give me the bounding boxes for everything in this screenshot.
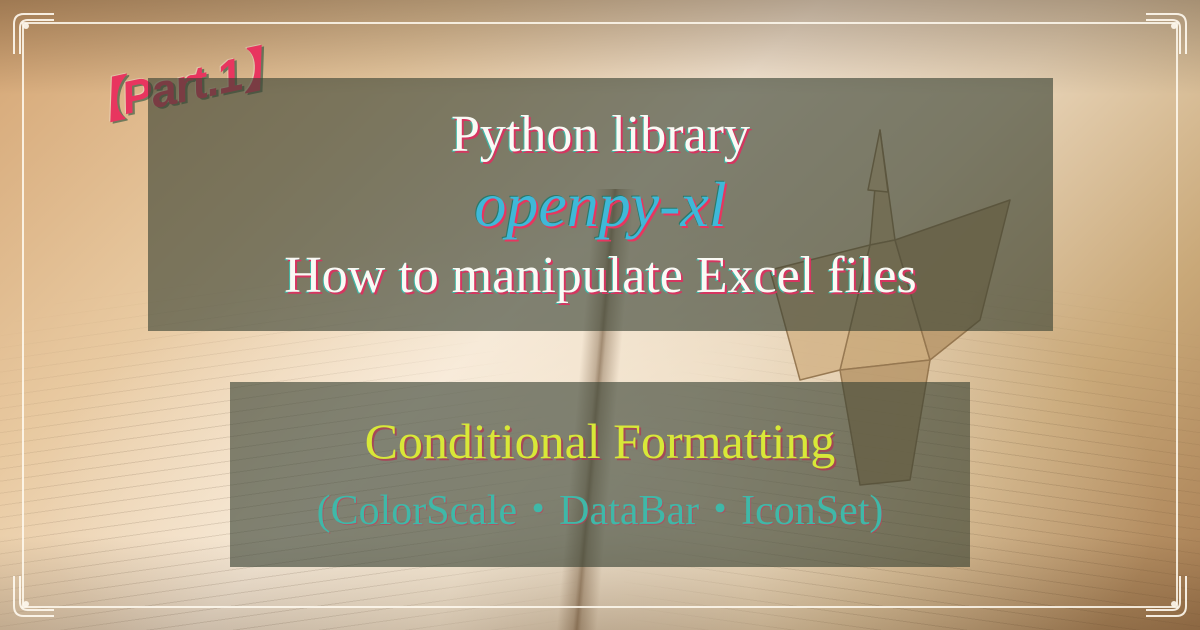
corner-ornament-icon xyxy=(1144,574,1188,618)
subtitle-heading: Conditional Formatting xyxy=(365,412,836,470)
title-line-library: Python library xyxy=(451,105,750,164)
corner-ornament-icon xyxy=(12,12,56,56)
corner-ornament-icon xyxy=(12,574,56,618)
title-line-description: How to manipulate Excel files xyxy=(284,246,916,305)
title-panel: Python library openpy-xl How to manipula… xyxy=(148,78,1053,331)
corner-ornament-icon xyxy=(1144,12,1188,56)
subtitle-panel: Conditional Formatting (ColorScale・DataB… xyxy=(230,382,970,567)
subtitle-detail: (ColorScale・DataBar・IconSet) xyxy=(317,476,884,537)
title-line-name: openpy-xl xyxy=(474,168,726,242)
